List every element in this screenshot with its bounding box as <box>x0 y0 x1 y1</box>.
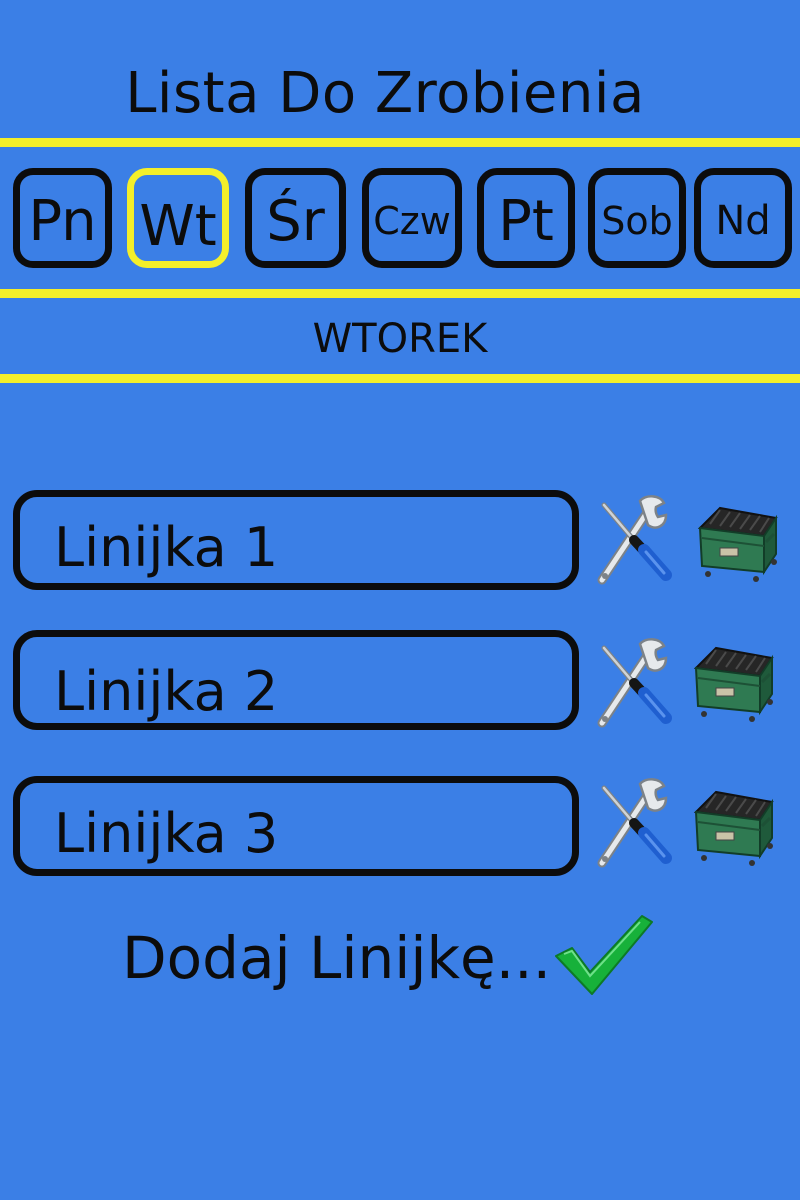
day-tab-label: Sob <box>601 199 673 243</box>
day-tab-sob[interactable]: Sob <box>588 168 686 268</box>
day-tab-label: Pt <box>498 188 554 254</box>
day-tab-label: Pn <box>28 188 97 254</box>
todo-line-text: Linijka 2 <box>54 660 279 723</box>
divider-middle <box>0 289 800 298</box>
wrench-screwdriver-icon[interactable] <box>594 495 674 585</box>
todo-line-text: Linijka 3 <box>54 802 279 865</box>
day-tab-label: Wt <box>139 193 217 259</box>
todo-line-text: Linijka 1 <box>54 516 279 579</box>
todo-line-input[interactable]: Linijka 3 <box>13 776 579 876</box>
wrench-screwdriver-icon[interactable] <box>594 778 674 868</box>
divider-top <box>0 138 800 147</box>
day-tab-label: Nd <box>715 198 771 244</box>
day-tab-pn[interactable]: Pn <box>13 168 112 268</box>
day-tab-label: Czw <box>373 199 451 243</box>
dumpster-icon[interactable] <box>686 636 778 722</box>
dumpster-icon[interactable] <box>686 780 778 866</box>
add-line-label[interactable]: Dodaj Linijkę... <box>122 922 551 994</box>
todo-line-input[interactable]: Linijka 1 <box>13 490 579 590</box>
divider-bottom <box>0 374 800 383</box>
day-tab-pt[interactable]: Pt <box>477 168 575 268</box>
wrench-screwdriver-icon[interactable] <box>594 638 674 728</box>
dumpster-icon[interactable] <box>690 496 782 582</box>
day-tab-label: Śr <box>266 188 325 254</box>
checkmark-icon[interactable] <box>552 912 656 996</box>
day-tab-sr[interactable]: Śr <box>245 168 346 268</box>
page-title: Lista Do Zrobienia <box>125 61 645 126</box>
day-tab-czw[interactable]: Czw <box>362 168 462 268</box>
day-tab-nd[interactable]: Nd <box>694 168 792 268</box>
day-tab-wt[interactable]: Wt <box>127 168 229 268</box>
todo-line-input[interactable]: Linijka 2 <box>13 630 579 730</box>
selected-day-name: WTOREK <box>312 316 488 362</box>
